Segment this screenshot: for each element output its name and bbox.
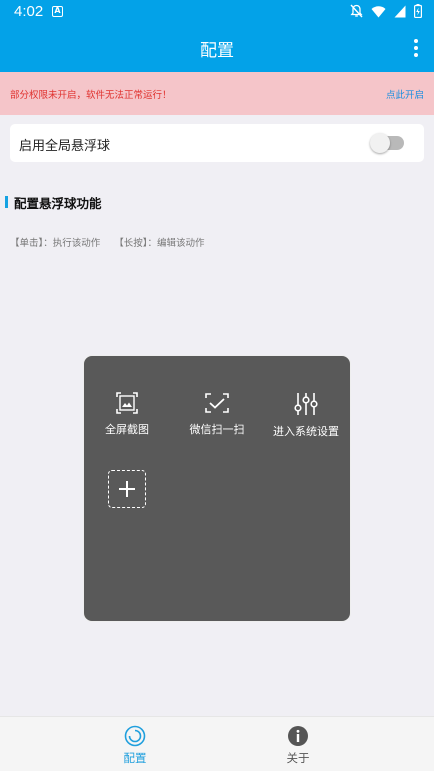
- global-float-label: 启用全局悬浮球: [19, 139, 111, 154]
- action-label: 进入系统设置: [273, 425, 339, 438]
- wifi-icon: [371, 5, 386, 17]
- app-bar: 配置: [0, 24, 434, 72]
- action-system-settings[interactable]: 进入系统设置: [266, 391, 346, 439]
- switch-thumb: [370, 133, 390, 153]
- settings-sliders-icon: [294, 393, 318, 415]
- enable-permissions-link[interactable]: 点此开启: [386, 87, 424, 101]
- battery-icon: [414, 4, 422, 18]
- menu-dot: [414, 46, 418, 50]
- status-icons: [350, 4, 422, 18]
- page-title: 配置: [200, 41, 234, 61]
- section-title: 配置悬浮球功能: [14, 195, 102, 211]
- bottom-navigation: 配置 关于: [0, 716, 434, 771]
- action-fullscreen-screenshot[interactable]: 全屏截图: [87, 391, 167, 437]
- nav-config[interactable]: 配置: [95, 725, 175, 766]
- global-float-switch[interactable]: [370, 133, 404, 153]
- overflow-menu-button[interactable]: [406, 36, 426, 60]
- tap-hint: 【单击】：执行该动作: [10, 238, 101, 249]
- nav-label: 关于: [286, 751, 310, 765]
- status-bar: 4:02 A: [0, 0, 434, 24]
- nav-about[interactable]: 关于: [258, 725, 338, 766]
- screenshot-icon: [116, 392, 138, 414]
- nav-label: 配置: [123, 751, 147, 765]
- usage-hints: 【单击】：执行该动作 【长按】：编辑该动作: [10, 235, 205, 249]
- menu-dot: [414, 53, 418, 57]
- notification-icon: A: [52, 6, 63, 17]
- signal-icon: [394, 5, 406, 17]
- action-label: 微信扫一扫: [189, 423, 245, 436]
- add-action-button[interactable]: [108, 470, 146, 508]
- float-ball-panel: 全屏截图 微信扫一扫 进入系统设置: [83, 355, 351, 622]
- info-icon: [288, 726, 308, 746]
- plus-icon: [118, 480, 135, 497]
- permission-warning-banner: 部分权限未开启，软件无法正常运行！ 点此开启: [0, 72, 434, 115]
- long-press-hint: 【长按】：编辑该动作: [114, 238, 205, 249]
- mute-bell-icon: [350, 4, 363, 18]
- scan-icon: [205, 393, 229, 413]
- config-ring-icon: [124, 725, 146, 747]
- menu-dot: [414, 39, 418, 43]
- action-wechat-scan[interactable]: 微信扫一扫: [177, 391, 257, 437]
- section-accent-bar: [5, 196, 8, 208]
- action-label: 全屏截图: [105, 423, 149, 436]
- global-float-toggle-card: 启用全局悬浮球: [10, 124, 424, 162]
- section-header: 配置悬浮球功能: [5, 195, 102, 211]
- status-time: 4:02: [14, 3, 44, 20]
- warning-text: 部分权限未开启，软件无法正常运行！: [10, 90, 172, 101]
